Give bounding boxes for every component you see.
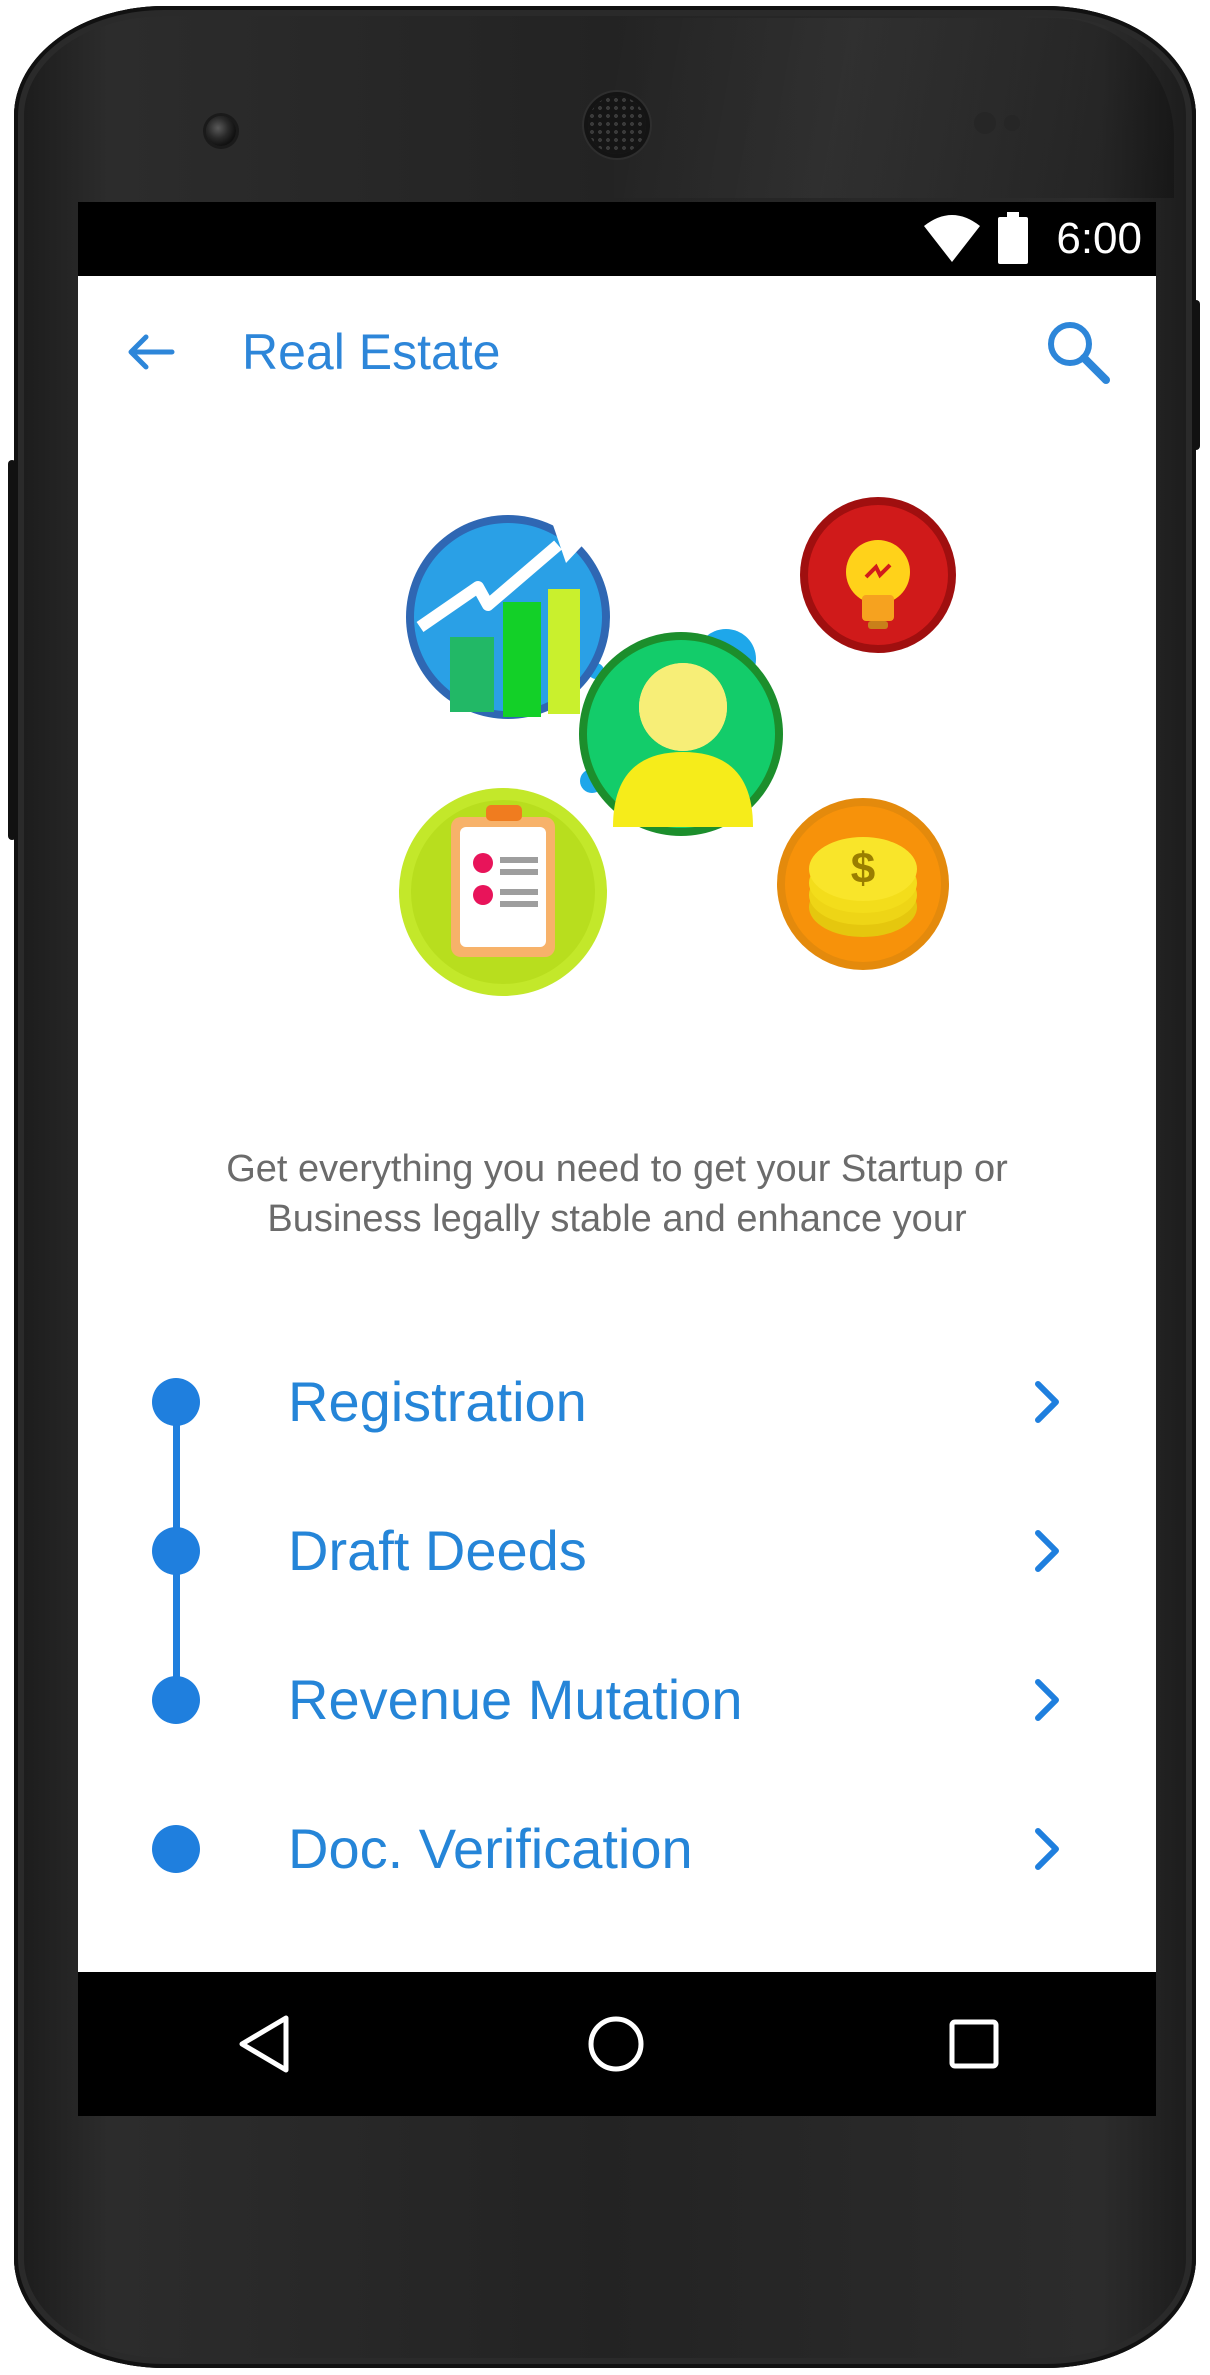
volume-button <box>1192 300 1200 450</box>
hero-illustration: $ <box>399 497 956 996</box>
coins-icon: $ <box>777 798 949 970</box>
menu-item-draft-deeds[interactable]: Draft Deeds <box>78 1491 1156 1611</box>
page-title: Real Estate <box>242 324 501 380</box>
nav-recent-icon[interactable] <box>938 2008 1010 2080</box>
chevron-right-icon <box>1035 1381 1059 1423</box>
front-camera <box>206 116 236 146</box>
lightbulb-icon <box>800 497 956 653</box>
checklist-icon <box>399 788 607 996</box>
light-sensor <box>1004 115 1020 131</box>
user-icon <box>579 632 783 836</box>
earpiece-speaker <box>588 96 646 154</box>
navigation-bar <box>78 1972 1156 2116</box>
battery-icon <box>998 212 1028 264</box>
menu-item-doc-verification[interactable]: Doc. Verification <box>78 1789 1156 1909</box>
svg-text:$: $ <box>851 844 875 893</box>
app-bar: Real Estate <box>78 276 1156 446</box>
chevron-right-icon <box>1035 1828 1059 1870</box>
description: Get everything you need to get your Star… <box>138 1144 1096 1244</box>
menu-item-revenue-mutation[interactable]: Revenue Mutation <box>78 1640 1156 1760</box>
nav-home-icon[interactable] <box>580 2008 652 2080</box>
phone-frame: 6:00 Real Estate $ Get everything you ne… <box>14 6 1196 2368</box>
menu-item-registration[interactable]: Registration <box>78 1342 1156 1462</box>
arrow-left-icon[interactable] <box>122 324 178 380</box>
menu-item-label: Doc. Verification <box>288 1817 693 1880</box>
menu-item-label: Registration <box>288 1370 587 1433</box>
power-button <box>8 460 16 840</box>
menu-item-label: Revenue Mutation <box>288 1668 743 1731</box>
status-time: 6:00 <box>1056 214 1142 263</box>
wifi-icon <box>924 215 980 262</box>
proximity-sensor <box>974 112 996 134</box>
chevron-right-icon <box>1035 1679 1059 1721</box>
timeline-dot <box>152 1527 200 1575</box>
description-line-2: Business legally stable and enhance your <box>267 1198 967 1240</box>
description-line-1: Get everything you need to get your Star… <box>226 1148 1008 1190</box>
screen: 6:00 Real Estate $ Get everything you ne… <box>78 202 1156 2116</box>
phone-sheen <box>614 18 1174 198</box>
chevron-right-icon <box>1035 1530 1059 1572</box>
timeline-dot <box>152 1676 200 1724</box>
growth-chart-icon <box>406 515 610 719</box>
timeline-dot <box>152 1825 200 1873</box>
menu-item-label: Draft Deeds <box>288 1519 587 1582</box>
nav-back-icon[interactable] <box>228 2008 300 2080</box>
timeline-dot <box>152 1378 200 1426</box>
search-icon[interactable] <box>1044 318 1112 386</box>
status-bar: 6:00 <box>78 202 1156 276</box>
